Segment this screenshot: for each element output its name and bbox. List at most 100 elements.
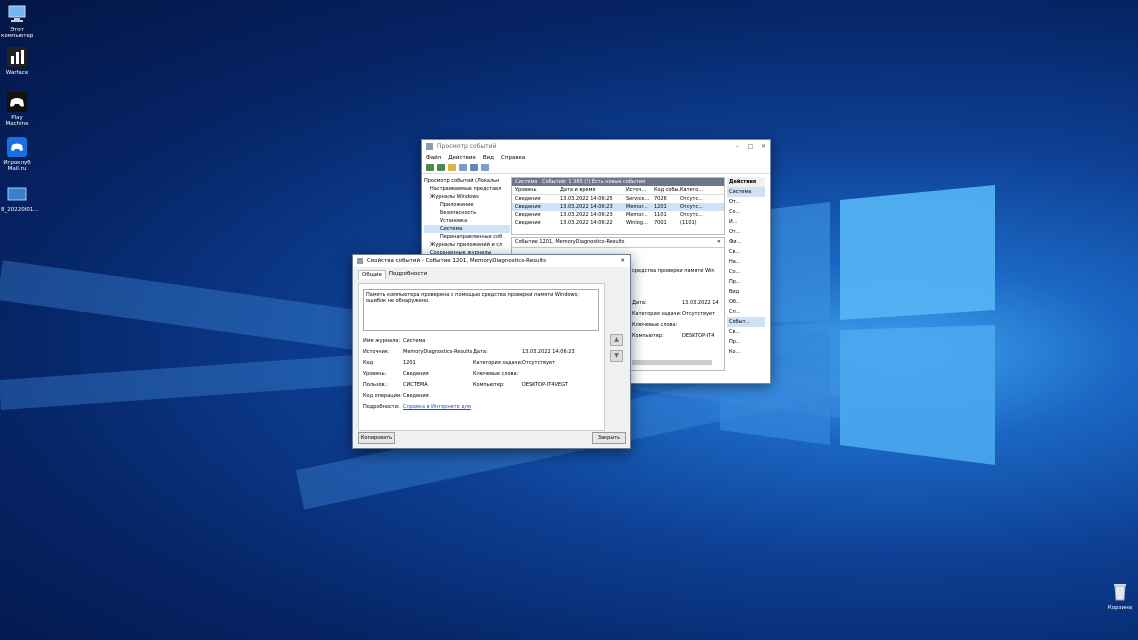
dialog-titlebar[interactable]: Свойства событий - Событие 1201, MemoryD…	[353, 255, 630, 267]
action-item[interactable]: Со...	[727, 207, 765, 217]
cell-category: Отсутс...	[680, 196, 703, 202]
cell-code: 7001	[654, 220, 667, 226]
tab-general[interactable]: Общие	[358, 270, 386, 279]
desktop-icon-label: Play Machine	[5, 115, 29, 127]
cell-source: Winlog...	[626, 220, 648, 226]
actions-section-system[interactable]: Система	[727, 187, 765, 197]
tree-item-root[interactable]: Просмотр событий (Локальн	[424, 177, 510, 185]
desktop-icon-play-machine[interactable]: Play Machine	[1, 92, 33, 127]
tree-item-setup[interactable]: Установка	[424, 217, 510, 225]
action-item[interactable]: Пр...	[727, 337, 765, 347]
table-row[interactable]: Сведения 13.03.2022 14:06:23 Memor... 11…	[512, 211, 724, 219]
back-icon[interactable]	[426, 164, 434, 171]
previous-event-icon[interactable]: ▲	[610, 334, 623, 346]
dialog-title: Свойства событий - Событие 1201, MemoryD…	[367, 258, 547, 264]
event-message-box[interactable]: Память компьютера проверена с помощью ср…	[363, 289, 599, 331]
tree-item-application[interactable]: Приложение	[424, 201, 510, 209]
menu-file[interactable]: Файл	[426, 155, 441, 161]
desktop: Этот компьютер Warface Play Machine Игро…	[0, 0, 1138, 640]
forward-icon[interactable]	[437, 164, 445, 171]
file-icon	[7, 184, 27, 204]
action-item[interactable]: Сп...	[727, 307, 765, 317]
cell-source: Memor...	[626, 204, 648, 210]
tree-item-forwarded[interactable]: Перенаправленные соб	[424, 233, 510, 241]
computer-icon	[7, 4, 27, 24]
desktop-icon-mail-games[interactable]: Игроклуб Mail.ru	[1, 137, 33, 172]
tree-item-security[interactable]: Безопасность	[424, 209, 510, 217]
maximize-icon[interactable]: □	[744, 143, 757, 150]
table-row[interactable]: Сведения 13.03.2022 14:06:23 Memor... 12…	[512, 203, 724, 211]
copy-button[interactable]: Копировать	[358, 432, 395, 444]
field-label: Пользов.:	[363, 382, 388, 388]
event-viewer-app-icon	[426, 143, 433, 150]
field-value: Система	[403, 338, 426, 344]
desktop-icon-recycle-bin[interactable]: Корзина	[1104, 582, 1136, 611]
action-item[interactable]: Св...	[727, 247, 765, 257]
dialog-app-icon	[357, 258, 363, 264]
close-icon[interactable]: ✕	[757, 143, 770, 150]
action-item[interactable]: Ко...	[727, 347, 765, 357]
menu-view[interactable]: Вид	[483, 155, 494, 161]
column-header[interactable]: Источ...	[626, 186, 654, 194]
field-label: Подробности:	[363, 404, 400, 410]
tree-item-app-service-logs[interactable]: Журналы приложений и сл	[424, 241, 510, 249]
column-header[interactable]: Код собы...	[654, 186, 680, 194]
gamepad-icon	[7, 92, 27, 112]
close-detail-icon[interactable]: ✕	[717, 238, 721, 247]
action-item[interactable]: На...	[727, 257, 765, 267]
folder-icon[interactable]	[448, 164, 456, 171]
desktop-icon-file[interactable]: 8_20220I01...	[1, 184, 39, 213]
cell-code: 7026	[654, 196, 667, 202]
field-value: 1201	[403, 360, 416, 366]
minimize-icon[interactable]: –	[731, 143, 744, 150]
action-item[interactable]: Со...	[727, 267, 765, 277]
event-viewer-titlebar[interactable]: Просмотр событий – □ ✕	[422, 140, 770, 153]
cell-category: Отсутс...	[680, 204, 703, 210]
tree-item-system[interactable]: Система	[424, 225, 510, 233]
cell-code: 1201	[654, 204, 667, 210]
field-label: Источник:	[363, 349, 390, 355]
action-item[interactable]: От...	[727, 227, 765, 237]
detail-category-label: Категория задачи:	[632, 311, 682, 317]
general-tab-body: Память компьютера проверена с помощью ср…	[358, 283, 605, 431]
menu-help[interactable]: Справка	[501, 155, 525, 161]
dialog-tabs: Общие Подробности	[353, 270, 630, 279]
column-header[interactable]: Катего...	[680, 186, 710, 194]
action-item[interactable]: Об...	[727, 297, 765, 307]
properties-icon[interactable]	[459, 164, 467, 171]
close-button[interactable]: Закрыть	[592, 432, 626, 444]
action-item[interactable]: Св...	[727, 327, 765, 337]
table-row[interactable]: Сведения 13.03.2022 14:06:22 Winlog... 7…	[512, 219, 724, 227]
actions-section-event[interactable]: Событ...	[727, 317, 765, 327]
action-item[interactable]: И...	[727, 217, 765, 227]
next-event-icon[interactable]: ▼	[610, 350, 623, 362]
view-icon[interactable]	[481, 164, 489, 171]
menu-action[interactable]: Действие	[448, 155, 476, 161]
field-label: Дата:	[473, 349, 488, 355]
action-item[interactable]: Пр...	[727, 277, 765, 287]
tree-item-custom-views[interactable]: Настраиваемые представл	[424, 185, 510, 193]
cell-date: 13.03.2022 14:06:23	[560, 204, 613, 210]
help-icon[interactable]	[470, 164, 478, 171]
close-icon[interactable]: ✕	[620, 258, 625, 264]
horizontal-scrollbar[interactable]	[632, 360, 712, 365]
desktop-icon-warface[interactable]: Warface	[1, 47, 33, 76]
cell-level: Сведения	[515, 196, 541, 202]
warface-icon	[7, 47, 27, 67]
column-header[interactable]: Уровень	[512, 186, 560, 194]
action-item[interactable]: Вид	[727, 287, 765, 297]
action-item[interactable]: От...	[727, 197, 765, 207]
action-item[interactable]: Фи...	[727, 237, 765, 247]
toolbar	[422, 162, 770, 174]
tab-details[interactable]: Подробности	[386, 270, 430, 279]
detail-snippet: средства проверки памяти Win	[632, 268, 715, 274]
grid-header-row: Уровень Дата и время Источ... Код собы..…	[512, 186, 724, 195]
tree-item-windows-logs[interactable]: Журналы Windows	[424, 193, 510, 201]
table-row[interactable]: Сведения 13.03.2022 14:06:25 Service... …	[512, 195, 724, 203]
detail-date-value: 13.03.2022 14	[682, 300, 719, 306]
column-header[interactable]: Дата и время	[560, 186, 626, 194]
online-help-link[interactable]: Справка в Интернете для	[403, 404, 471, 410]
navigation-tree: Просмотр событий (Локальн Настраиваемые …	[424, 177, 510, 257]
field-value: Сведения	[403, 371, 429, 377]
desktop-icon-this-pc[interactable]: Этот компьютер	[1, 4, 33, 39]
